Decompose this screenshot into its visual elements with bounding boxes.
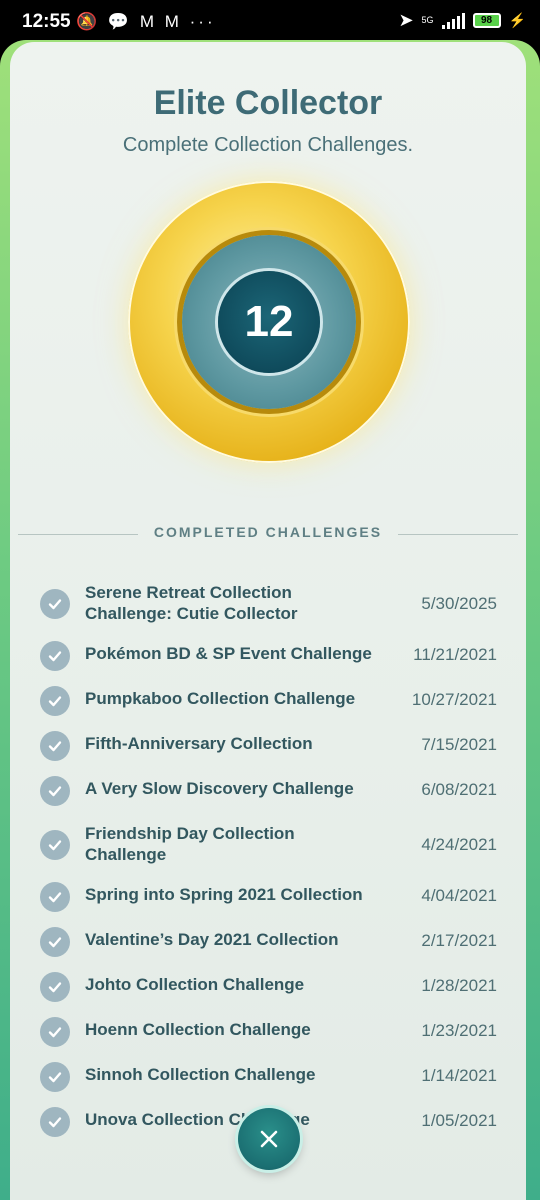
challenge-name: A Very Slow Discovery Challenge [85,779,354,798]
list-item[interactable]: Spring into Spring 2021 Collection 4/04/2… [10,882,526,912]
check-icon [40,927,70,957]
challenge-name: Fifth-Anniversary Collection [85,734,313,753]
section-title: COMPLETED CHALLENGES [153,524,383,540]
more-icon: ··· [189,12,216,31]
challenge-date: 1/05/2021 [421,1111,497,1130]
challenge-name: Spring into Spring 2021 Collection [85,885,363,904]
divider [398,534,518,535]
check-icon [40,589,70,619]
challenge-name: Pumpkaboo Collection Challenge [85,689,356,708]
challenge-date: 6/08/2021 [421,780,497,799]
challenge-date: 5/30/2025 [421,594,497,613]
check-icon [40,882,70,912]
gmail-icon: M [164,12,182,31]
charging-icon: ⚡ [508,12,526,28]
list-item[interactable]: Fifth-Anniversary Collection 7/15/2021 [10,731,526,761]
challenge-date: 4/24/2021 [421,835,497,854]
challenge-name: Serene Retreat Collection Challenge: Cut… [85,583,298,623]
list-item[interactable]: Pokémon BD & SP Event Challenge 11/21/202… [10,641,526,671]
battery-level: 98 [481,15,493,26]
challenge-date: 2/17/2021 [421,931,497,950]
section-header: COMPLETED CHALLENGES [10,524,526,544]
check-icon [40,1017,70,1047]
list-item[interactable]: Pumpkaboo Collection Challenge 10/27/2021 [10,686,526,716]
network-label: 5G [421,15,434,25]
battery-icon: 98 [472,13,501,28]
medal-badge: 12 [128,181,410,463]
check-icon [40,1107,70,1137]
challenge-name: Johto Collection Challenge [85,975,305,994]
challenge-name: Hoenn Collection Challenge [85,1020,311,1039]
modal-card: Elite Collector Complete Collection Chal… [10,42,526,1200]
medal-count: 12 [244,297,294,346]
close-icon [260,1130,278,1148]
signal-icon [441,12,465,29]
challenge-name: Sinnoh Collection Challenge [85,1065,316,1084]
check-icon [40,641,70,671]
challenge-name: Unova Collection Challenge [85,1110,310,1129]
challenge-date: 7/15/2021 [421,735,497,754]
page-subtitle: Complete Collection Challenges. [122,134,414,156]
notification-muted-icon: 🔕 [76,12,101,31]
gmail-icon: M [139,12,157,31]
list-item[interactable]: Sinnoh Collection Challenge 1/14/2021 [10,1062,526,1092]
location-arrow-icon: ➤ [398,10,414,30]
check-icon [40,731,70,761]
challenge-date: 4/04/2021 [421,886,497,905]
check-icon [40,776,70,806]
page-title: Elite Collector [153,84,383,122]
chat-icon: 💬 [107,12,133,31]
list-item[interactable]: Hoenn Collection Challenge 1/23/2021 [10,1017,526,1047]
check-icon [40,972,70,1002]
check-icon [40,1062,70,1092]
list-item[interactable]: Johto Collection Challenge 1/28/2021 [10,972,526,1002]
challenge-date: 11/21/2021 [413,645,497,664]
challenge-name: Valentine’s Day 2021 Collection [85,930,339,949]
challenge-date: 10/27/2021 [411,690,497,709]
status-time: 12:55 [22,11,71,32]
challenge-date: 1/23/2021 [421,1021,497,1040]
challenge-date: 1/28/2021 [421,976,497,995]
status-bar: 12:55 🔕 💬 M M ··· ➤ 5G 98 ⚡ [0,0,540,44]
challenge-date: 1/14/2021 [421,1066,497,1085]
list-item[interactable]: Valentine’s Day 2021 Collection 2/17/2021 [10,927,526,957]
medal-ring: 12 [182,235,356,409]
challenge-name: Pokémon BD & SP Event Challenge [85,644,372,663]
close-button[interactable] [238,1108,300,1170]
list-item[interactable]: Serene Retreat Collection Challenge: Cut… [10,582,526,626]
medal-center: 12 [218,271,320,373]
list-item[interactable]: A Very Slow Discovery Challenge 6/08/2021 [10,776,526,806]
status-right: ➤ 5G 98 ⚡ [398,10,526,31]
challenge-name: Friendship Day Collection Challenge [85,824,295,864]
notification-icons: 🔕 💬 M M ··· [76,12,216,32]
list-item[interactable]: Friendship Day Collection Challenge 4/24/… [10,823,526,867]
check-icon [40,686,70,716]
check-icon [40,830,70,860]
modal-frame: Elite Collector Complete Collection Chal… [0,40,540,1200]
